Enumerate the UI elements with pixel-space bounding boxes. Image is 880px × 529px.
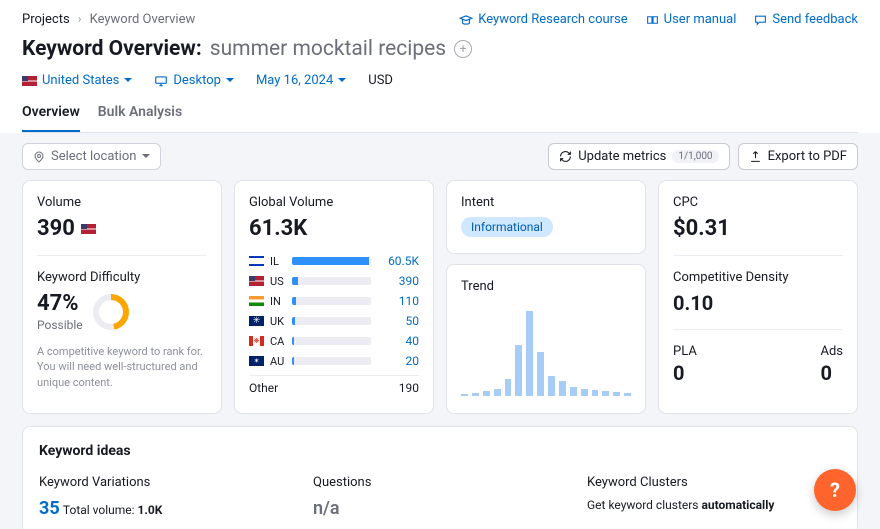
chevron-down-icon <box>142 149 150 164</box>
pla-label: PLA <box>673 344 697 359</box>
flag-uk-icon <box>249 316 264 326</box>
link-user-manual[interactable]: User manual <box>646 12 737 27</box>
keyword-ideas-title: Keyword ideas <box>39 443 841 459</box>
global-volume-label: Global Volume <box>249 195 419 210</box>
kd-description: A competitive keyword to rank for. You w… <box>37 344 207 390</box>
competitive-density-label: Competitive Density <box>673 270 843 285</box>
trend-bar <box>483 391 490 396</box>
global-volume-row[interactable]: UK50 <box>249 311 419 331</box>
trend-bar <box>494 389 501 396</box>
card-volume-kd: Volume 390 Keyword Difficulty 47% Possib… <box>22 180 222 414</box>
ideas-variations[interactable]: Keyword Variations 35 Total volume: 1.0K <box>39 475 293 519</box>
flag-in-icon <box>249 296 264 306</box>
global-volume-total: 61.3K <box>249 216 419 241</box>
card-trend: Trend <box>446 264 646 414</box>
chevron-down-icon <box>124 73 132 88</box>
kd-tag: Possible <box>37 318 83 332</box>
volume-label: Volume <box>37 195 207 210</box>
filter-country[interactable]: United States <box>22 73 132 88</box>
competitive-density-value: 0.10 <box>673 291 843 315</box>
global-volume-row[interactable]: AU20 <box>249 351 419 371</box>
location-pin-icon <box>33 151 45 163</box>
card-cpc: CPC $0.31 Competitive Density 0.10 PLA 0… <box>658 180 858 414</box>
trend-bar <box>581 389 588 396</box>
help-fab-button[interactable]: ? <box>814 469 856 511</box>
keyword-text: summer mocktail recipes <box>210 37 446 61</box>
export-icon <box>749 150 762 163</box>
desktop-icon <box>154 75 168 87</box>
trend-bar <box>537 352 544 396</box>
ads-label: Ads <box>820 344 843 359</box>
global-volume-row[interactable]: IN110 <box>249 291 419 311</box>
trend-bar <box>570 387 577 396</box>
export-pdf-button[interactable]: Export to PDF <box>738 143 858 170</box>
variations-count: 35 <box>39 498 60 519</box>
trend-bar <box>461 394 468 396</box>
chevron-down-icon <box>226 73 234 88</box>
flag-il-icon <box>249 256 264 266</box>
ideas-questions[interactable]: Questions n/a <box>313 475 567 519</box>
breadcrumb: Projects › Keyword Overview Keyword Rese… <box>22 12 858 27</box>
flag-us-icon <box>81 224 96 234</box>
trend-label: Trend <box>461 279 631 294</box>
link-keyword-research-course[interactable]: Keyword Research course <box>459 12 627 27</box>
add-keyword-button[interactable]: + <box>454 40 472 58</box>
intent-label: Intent <box>461 195 631 210</box>
trend-bar <box>624 393 631 396</box>
tab-bulk-analysis[interactable]: Bulk Analysis <box>98 104 182 132</box>
breadcrumb-projects[interactable]: Projects <box>22 12 70 27</box>
breadcrumb-current: Keyword Overview <box>90 12 196 27</box>
kd-label: Keyword Difficulty <box>37 270 207 285</box>
card-keyword-ideas: Keyword ideas Keyword Variations 35 Tota… <box>22 426 858 529</box>
trend-bar <box>559 381 566 396</box>
questions-value: n/a <box>313 498 567 519</box>
volume-value: 390 <box>37 216 75 241</box>
kd-donut-chart <box>93 294 129 330</box>
graduation-cap-icon <box>459 14 473 26</box>
refresh-icon <box>559 150 572 163</box>
card-intent: Intent Informational <box>446 180 646 254</box>
pla-value: 0 <box>673 361 697 385</box>
flag-ca-icon <box>249 336 264 346</box>
filter-date[interactable]: May 16, 2024 <box>256 73 346 88</box>
update-quota-badge: 1/1,000 <box>672 150 718 163</box>
trend-bar <box>515 345 522 396</box>
card-global-volume: Global Volume 61.3K IL60.5KUS390IN110UK5… <box>234 180 434 414</box>
trend-bar <box>602 391 609 396</box>
flag-us-icon <box>22 76 37 86</box>
filter-device[interactable]: Desktop <box>154 73 234 88</box>
flag-au-icon <box>249 356 264 366</box>
intent-badge: Informational <box>461 217 553 237</box>
currency-label: USD <box>368 73 393 88</box>
cpc-value: $0.31 <box>673 216 843 241</box>
flag-us-icon <box>249 276 264 286</box>
chevron-down-icon <box>338 73 346 88</box>
global-volume-row[interactable]: US390 <box>249 271 419 291</box>
book-icon <box>646 14 659 26</box>
update-metrics-button[interactable]: Update metrics 1/1,000 <box>548 143 729 170</box>
page-title: Keyword Overview: <box>22 37 202 61</box>
ads-value: 0 <box>820 361 843 385</box>
link-send-feedback[interactable]: Send feedback <box>754 12 858 27</box>
trend-bar <box>548 376 555 396</box>
global-volume-other[interactable]: Other190 <box>249 375 419 395</box>
trend-bar <box>592 390 599 396</box>
ideas-clusters[interactable]: Keyword Clusters Get keyword clusters au… <box>587 475 841 519</box>
chat-icon <box>754 14 767 26</box>
global-volume-row[interactable]: CA40 <box>249 331 419 351</box>
kd-percent: 47% <box>37 291 83 316</box>
trend-bar-chart <box>461 304 631 396</box>
trend-bar <box>505 379 512 396</box>
tab-overview[interactable]: Overview <box>22 104 80 132</box>
trend-bar <box>613 392 620 396</box>
chevron-right-icon: › <box>78 12 82 27</box>
trend-bar <box>472 393 479 396</box>
trend-bar <box>526 311 533 396</box>
select-location-dropdown[interactable]: Select location <box>22 143 161 170</box>
cpc-label: CPC <box>673 195 843 210</box>
global-volume-row[interactable]: IL60.5K <box>249 251 419 271</box>
